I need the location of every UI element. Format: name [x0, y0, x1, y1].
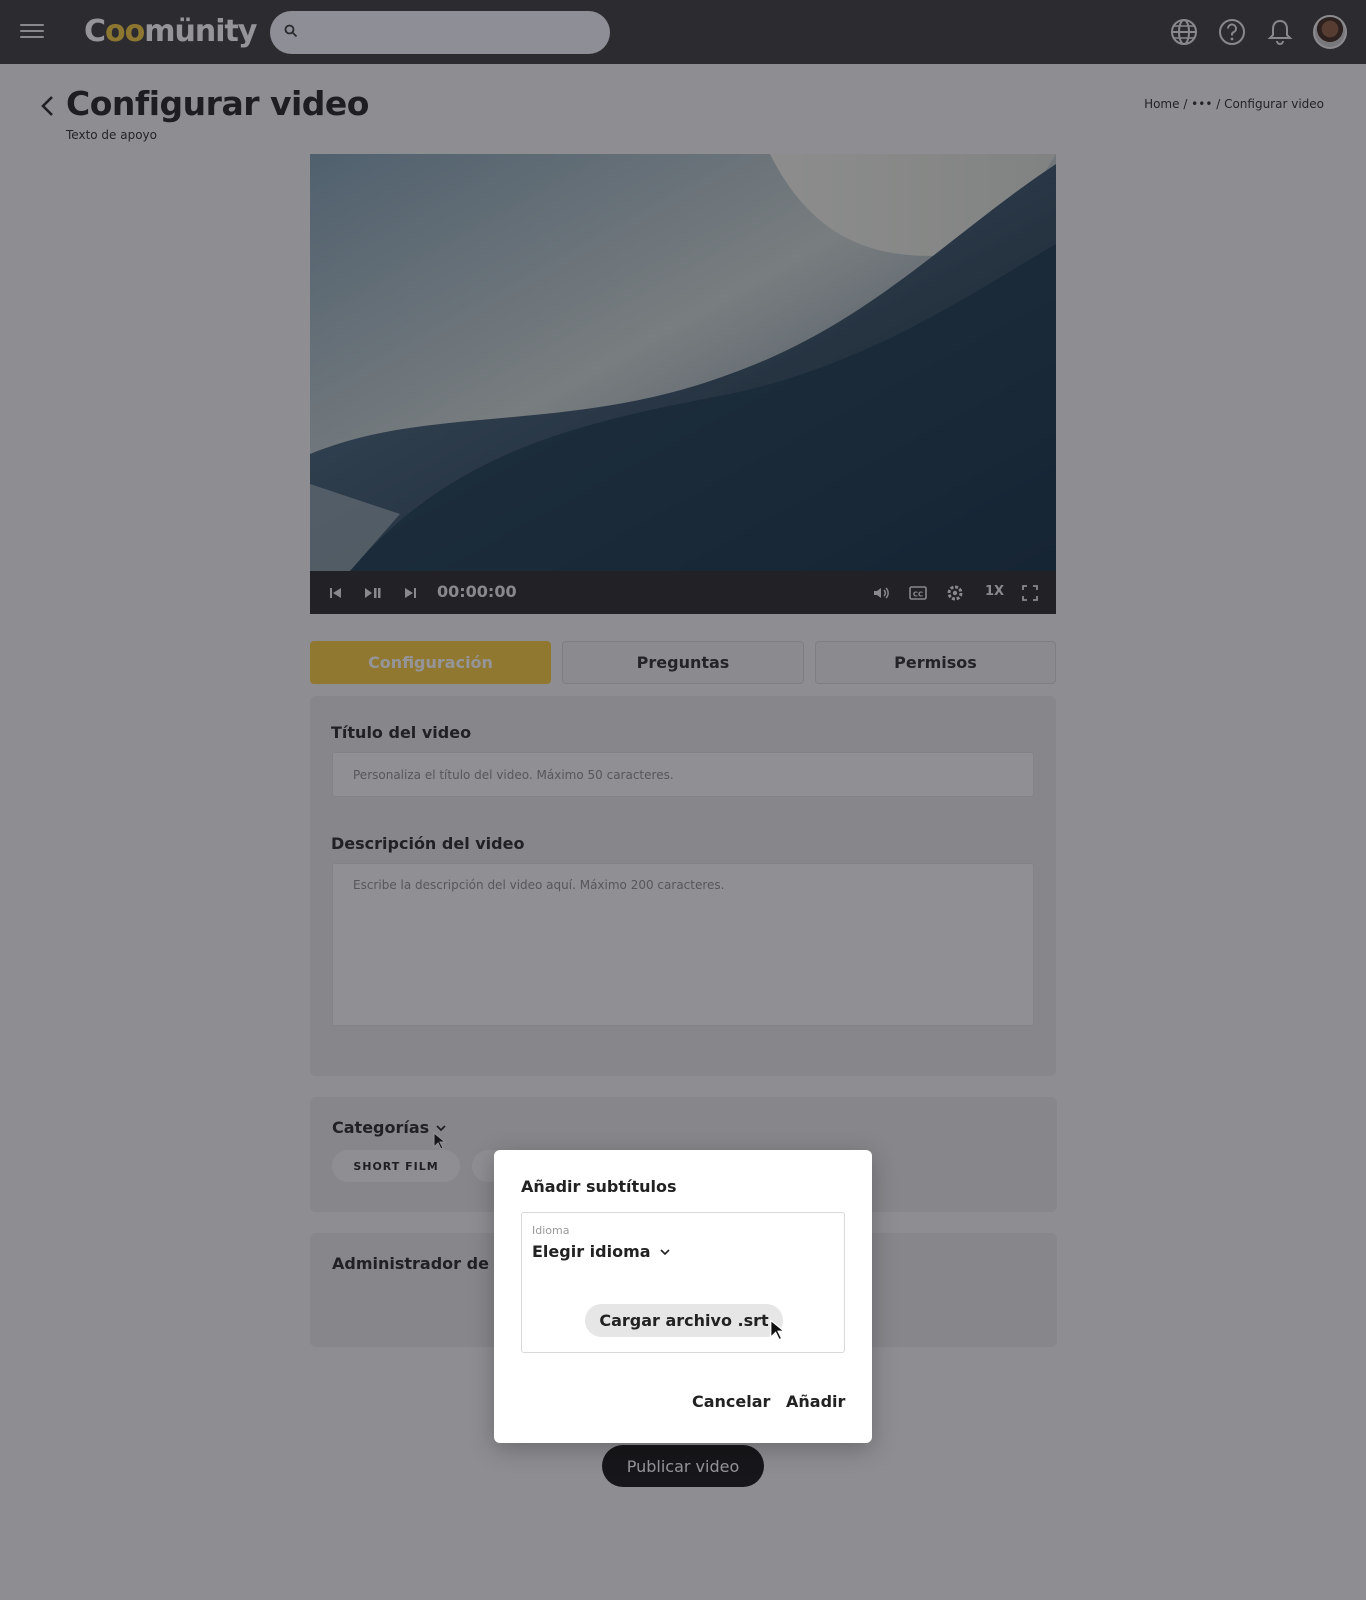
upload-srt-button[interactable]: Cargar archivo .srt	[585, 1304, 783, 1337]
dialog-title: Añadir subtítulos	[521, 1177, 677, 1196]
language-select[interactable]: Elegir idioma	[532, 1242, 671, 1261]
language-upload-box: Idioma Elegir idioma Cargar archivo .srt	[521, 1212, 845, 1353]
add-button[interactable]: Añadir	[786, 1392, 845, 1411]
cursor-pointer-icon	[770, 1319, 786, 1341]
cancel-button[interactable]: Cancelar	[692, 1392, 770, 1411]
add-subtitles-dialog: Añadir subtítulos Idioma Elegir idioma C…	[494, 1150, 872, 1443]
chevron-down-icon	[659, 1248, 670, 1255]
language-value: Elegir idioma	[532, 1242, 651, 1261]
language-label: Idioma	[532, 1224, 570, 1237]
